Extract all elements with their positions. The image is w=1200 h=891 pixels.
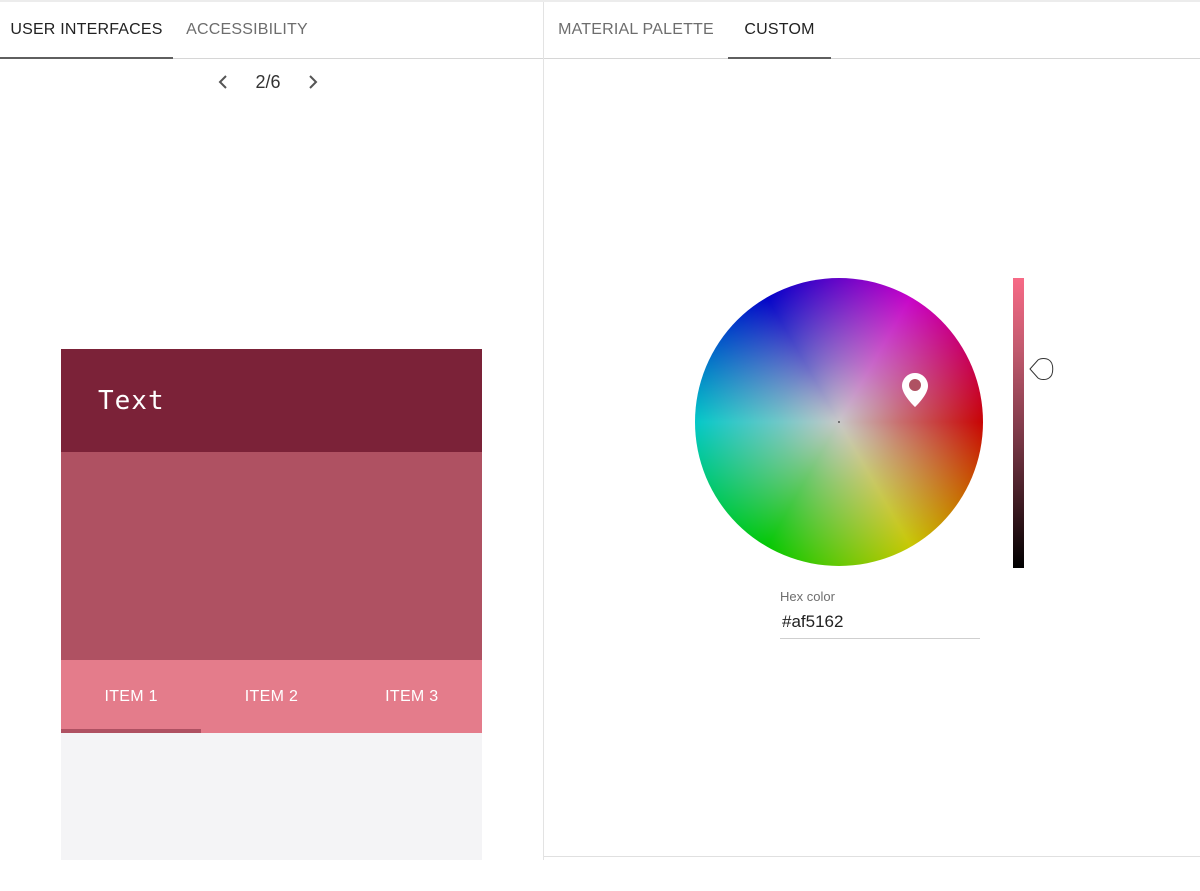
tab-label: MATERIAL PALETTE bbox=[558, 21, 714, 38]
preview-app-bar: Text bbox=[61, 349, 482, 452]
right-panel: MATERIAL PALETTE CUSTOM Hex color bbox=[544, 2, 1200, 891]
preview-tab-item-1[interactable]: ITEM 1 bbox=[61, 660, 202, 733]
chevron-left-icon bbox=[218, 75, 227, 89]
right-panel-bottom-border bbox=[544, 856, 1200, 857]
tab-label: ACCESSIBILITY bbox=[186, 21, 308, 38]
left-panel: USER INTERFACES ACCESSIBILITY 2/6 Text I… bbox=[0, 2, 543, 891]
tab-label: CUSTOM bbox=[744, 21, 815, 38]
hex-color-field: Hex color bbox=[780, 589, 980, 639]
hex-color-input[interactable] bbox=[780, 609, 980, 639]
pager: 2/6 bbox=[210, 64, 326, 100]
tab-user-interfaces[interactable]: USER INTERFACES bbox=[0, 2, 173, 59]
preview-tab-label: ITEM 2 bbox=[244, 687, 299, 705]
tab-custom[interactable]: CUSTOM bbox=[728, 2, 831, 59]
preview-tab-item-3[interactable]: ITEM 3 bbox=[342, 660, 482, 733]
tab-label: USER INTERFACES bbox=[10, 21, 163, 38]
ui-preview: Text ITEM 1 ITEM 2 ITEM 3 bbox=[61, 349, 482, 860]
pager-counter: 2/6 bbox=[255, 71, 281, 92]
preview-tab-label: ITEM 1 bbox=[104, 687, 158, 705]
chevron-right-icon bbox=[309, 75, 318, 89]
pager-prev-button[interactable] bbox=[210, 64, 236, 100]
preview-app-bar-title: Text bbox=[98, 385, 165, 416]
right-tabs-divider bbox=[544, 58, 1200, 59]
color-wheel-container bbox=[695, 278, 983, 566]
brightness-slider[interactable] bbox=[1013, 278, 1024, 568]
right-tab-bar: MATERIAL PALETTE CUSTOM bbox=[544, 2, 831, 59]
color-wheel-center bbox=[838, 421, 840, 423]
pager-next-button[interactable] bbox=[300, 64, 326, 100]
drop-handle-icon[interactable] bbox=[1028, 357, 1056, 381]
preview-body bbox=[61, 452, 482, 660]
hex-color-label: Hex color bbox=[780, 589, 835, 604]
preview-tab-bar: ITEM 1 ITEM 2 ITEM 3 bbox=[61, 660, 482, 733]
preview-content-area bbox=[61, 733, 482, 860]
left-tab-bar: USER INTERFACES ACCESSIBILITY bbox=[0, 2, 321, 59]
map-pin-icon[interactable] bbox=[901, 372, 929, 408]
preview-tab-item-2[interactable]: ITEM 2 bbox=[201, 660, 341, 733]
app-root: USER INTERFACES ACCESSIBILITY 2/6 Text I… bbox=[0, 0, 1200, 891]
tab-accessibility[interactable]: ACCESSIBILITY bbox=[173, 2, 321, 58]
tab-material-palette[interactable]: MATERIAL PALETTE bbox=[544, 2, 728, 58]
preview-tab-label: ITEM 3 bbox=[385, 687, 439, 705]
